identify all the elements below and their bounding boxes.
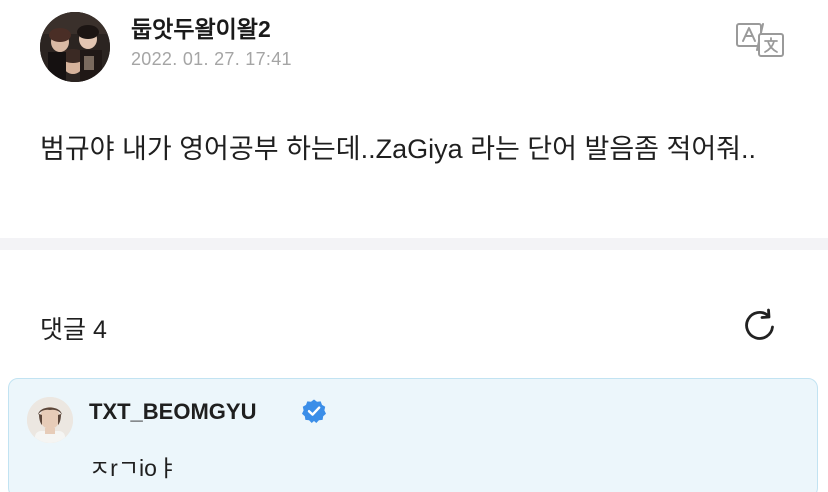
comment-author-avatar[interactable] (27, 397, 73, 443)
author-avatar[interactable] (40, 12, 110, 82)
comment-text: ㅈrㄱioㅑ (89, 455, 179, 481)
author-name[interactable]: 둡앗두왈이왈2 (131, 10, 271, 44)
post-body: 범규야 내가 영어공부 하는데..ZaGiya 라는 단어 발음좀 적어줘.. (40, 134, 757, 164)
comment-avatar-image (27, 397, 73, 443)
author-avatar-image (40, 12, 110, 82)
section-divider (0, 238, 828, 250)
refresh-button[interactable] (740, 306, 780, 346)
comments-header: 댓글 4 (40, 316, 107, 344)
post-header: 둡앗두왈이왈2 2022. 01. 27. 17:41 (40, 8, 800, 82)
translate-button[interactable] (734, 20, 786, 60)
highlighted-comment[interactable]: TXT_BEOMGYU ㅈrㄱioㅑ (8, 378, 818, 492)
verified-badge-icon (302, 399, 326, 423)
post-detail-screen: 둡앗두왈이왈2 2022. 01. 27. 17:41 범규야 내가 영어공부 … (0, 0, 828, 492)
comment-author-name[interactable]: TXT_BEOMGYU (89, 399, 256, 425)
post-timestamp: 2022. 01. 27. 17:41 (131, 49, 292, 69)
refresh-icon (745, 308, 774, 340)
verified-badge (301, 398, 327, 424)
translate-icon (736, 23, 784, 57)
